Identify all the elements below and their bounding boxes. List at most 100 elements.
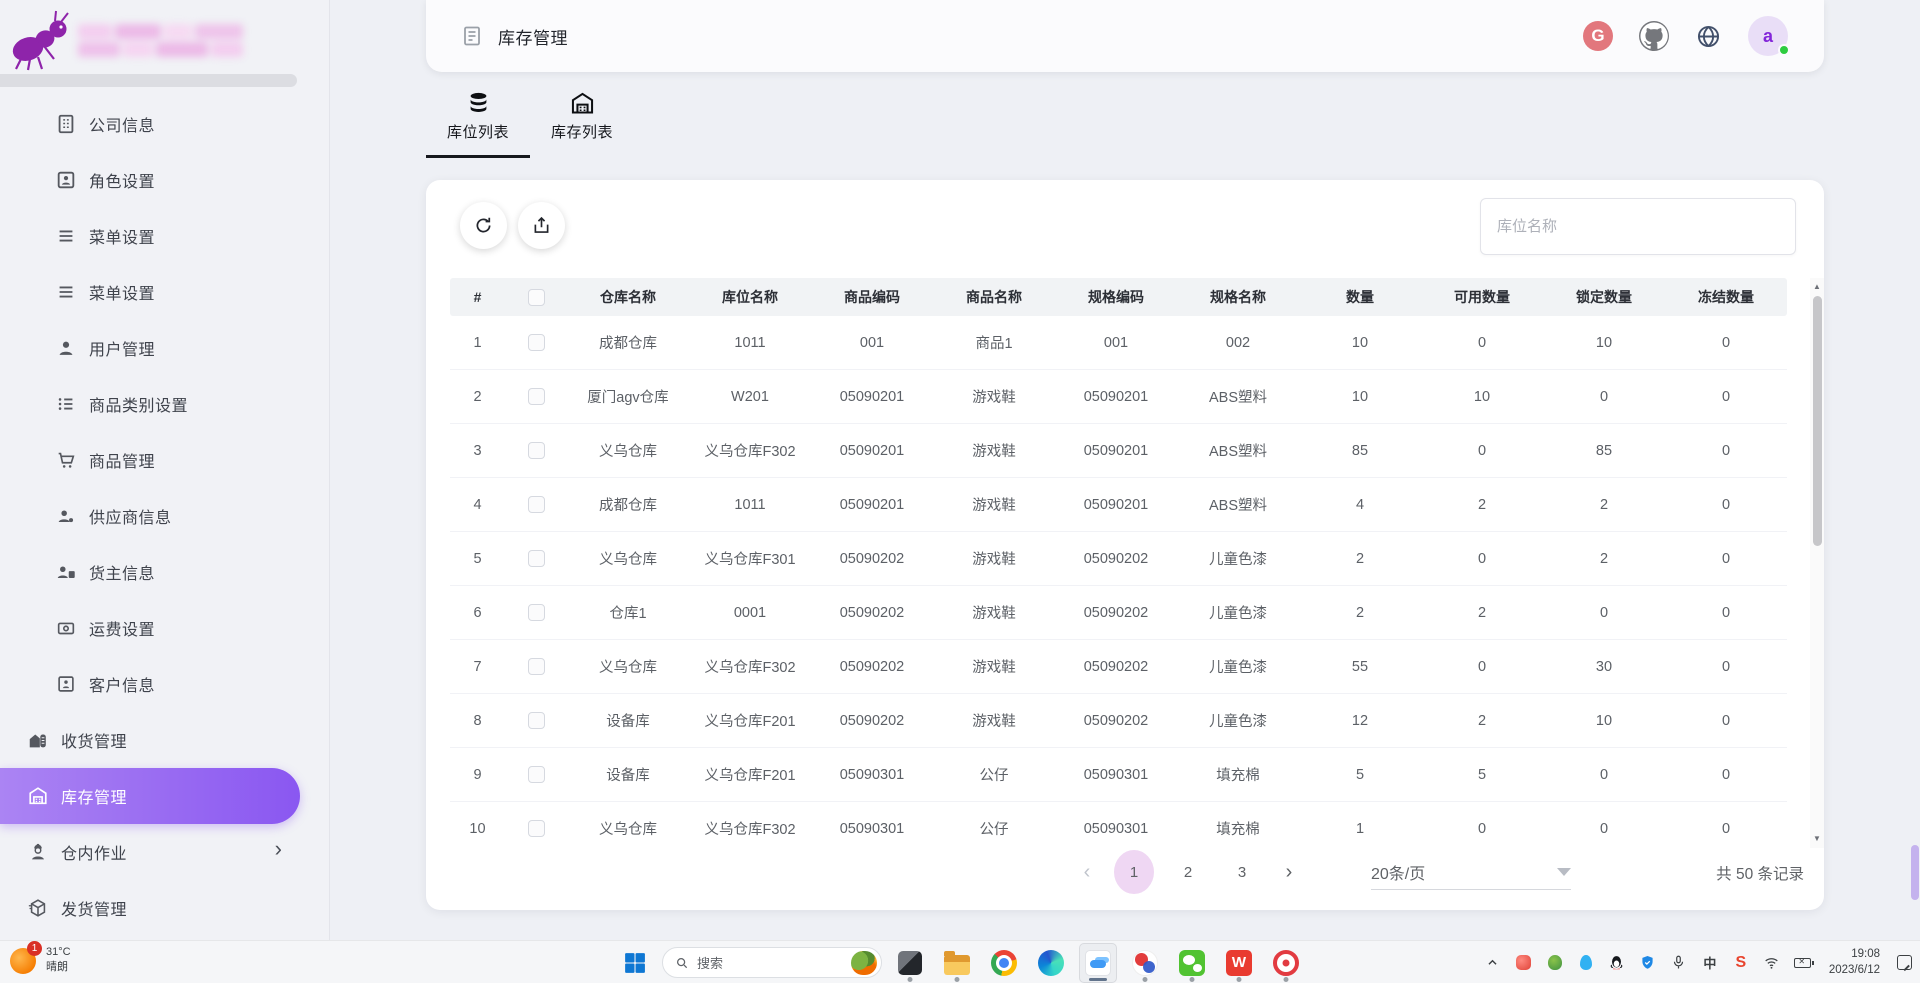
sidebar-item-product-category[interactable]: 商品类别设置 [0,376,330,432]
table-cell: 1 [473,334,482,351]
tray-battery-icon[interactable] [1794,954,1815,972]
weather-widget[interactable]: 1 31°C 晴朗 [10,941,71,975]
sidebar-item-menu-settings-1[interactable]: 菜单设置 [0,208,330,264]
table-cell: 10 [469,820,486,837]
tab-inventory-list[interactable]: 库存列表 [530,90,634,158]
row-checkbox[interactable] [527,550,545,567]
table-cell: 游戏鞋 [972,444,1016,460]
wechat-icon[interactable] [1173,943,1211,983]
next-page-button[interactable]: › [1276,861,1302,884]
page-number-1[interactable]: 1 [1114,850,1154,894]
table-cell: 85 [1595,442,1613,459]
sidebar-item-receiving-management[interactable]: 收货管理 [0,712,330,768]
export-button[interactable] [518,202,565,249]
screen-recorder-icon[interactable] [1267,943,1305,983]
sidebar-item-owner-info[interactable]: 货主信息 [0,544,330,600]
sidebar-item-role-settings[interactable]: 角色设置 [0,152,330,208]
table-row: 8 设备库 义乌仓库F201 05090202 游戏鞋 05090202 儿童色漆 12 2 10… [450,694,1787,748]
sidebar-item-label: 用户管理 [89,342,156,359]
table-cell: 9 [473,766,482,783]
table-scrollbar[interactable]: ▲ ▼ [1810,278,1824,848]
select-all-checkbox[interactable] [527,288,545,306]
table-cell: 85 [1351,442,1369,459]
tray-ime-icon[interactable]: 中 [1701,954,1719,972]
table-cell: 儿童色漆 [1209,606,1267,622]
prev-page-button[interactable]: ‹ [1074,861,1100,884]
globe-icon[interactable] [1695,23,1722,50]
tab-location-list[interactable]: 库位列表 [426,90,530,158]
taskbar-search[interactable]: 搜索 [662,947,882,978]
tray-qq-icon[interactable] [1608,954,1626,972]
row-checkbox[interactable] [527,442,545,459]
scrollbar-thumb[interactable] [1812,296,1822,546]
refresh-button[interactable] [460,202,507,249]
red-blue-app-icon[interactable] [1126,943,1164,983]
page-size-value: 20条/页 [1371,865,1426,883]
sidebar-item-label: 货主信息 [89,566,156,583]
page-size-select[interactable]: 20条/页 [1371,854,1571,890]
tray-drop-app-icon[interactable] [1577,954,1595,972]
user-avatar[interactable]: a [1748,16,1790,56]
locations-table: # 仓库名称 库位名称 商品编码 商品名称 规格编码 规格名称 数量 可用数量 锁定数量 冻结数量 … [450,278,1802,848]
page-scrollbar[interactable] [1910,0,1920,940]
tray-s-app-icon[interactable]: S [1732,954,1750,972]
app-dark-icon[interactable] [891,943,929,983]
sidebar-item-shipping-management[interactable]: 发货管理 [0,880,330,936]
taskbar-center: 搜索 [615,941,1305,983]
sidebar-item-menu-settings-2[interactable]: 菜单设置 [0,264,330,320]
sidebar-item-product-management[interactable]: 商品管理 [0,432,330,488]
sidebar-item-warehouse-operations[interactable]: 仓内作业 › [0,824,330,880]
row-checkbox[interactable] [527,658,545,675]
user-icon [55,337,77,359]
taskbar-tray: 中S 19:08 2023/6/12 [1484,941,1912,983]
sidebar-item-supplier-info[interactable]: 供应商信息 [0,488,330,544]
row-checkbox[interactable] [527,496,545,513]
table-row: 9 设备库 义乌仓库F201 05090301 公仔 05090301 填充棉 5 5 0 0 [450,748,1787,802]
edge-icon[interactable] [1032,943,1070,983]
row-checkbox[interactable] [527,712,545,729]
tray-green-app-icon[interactable] [1546,954,1564,972]
weather-temp: 31°C [46,946,71,958]
tab-label: 库存列表 [550,124,613,141]
github-icon[interactable] [1639,21,1669,51]
tray-mic-icon[interactable] [1670,954,1688,972]
sidebar-item-inventory-management[interactable]: 库存管理 [0,768,300,824]
file-explorer-icon[interactable] [938,943,976,983]
row-checkbox[interactable] [527,334,545,351]
page-number-3[interactable]: 3 [1222,850,1262,894]
table-cell: 义乌仓库 [599,660,657,676]
search-label: 搜索 [697,956,724,971]
sidebar-item-label: 运费设置 [89,622,156,639]
sidebar: 公司信息 角色设置 菜单设置 菜单设置 用户管理 商品类别设置 商品管理 供应商信息 货主信息运… [0,0,330,940]
cloud-docs-icon[interactable] [1079,942,1117,983]
row-checkbox[interactable] [527,604,545,621]
sidebar-item-freight-settings[interactable]: 运费设置 [0,600,330,656]
table-cell: 001 [859,334,885,351]
page-scrollbar-thumb[interactable] [1911,845,1919,900]
scroll-up-arrow-icon[interactable]: ▲ [1810,280,1824,294]
table-cell: 05090201 [1083,388,1149,405]
start-button[interactable] [615,943,653,983]
scroll-down-arrow-icon[interactable]: ▼ [1810,832,1824,846]
windows-taskbar: 1 31°C 晴朗 搜索 中S 19:08 2023/6/12 [0,940,1920,983]
tray-chevron-up-icon[interactable] [1484,954,1502,972]
row-checkbox[interactable] [527,766,545,783]
row-checkbox[interactable] [527,388,545,405]
wps-icon[interactable] [1220,943,1258,983]
sidebar-item-label: 公司信息 [89,118,156,135]
row-checkbox[interactable] [527,820,545,837]
tray-wifi-icon[interactable] [1763,954,1781,972]
tray-red-app-icon[interactable] [1515,954,1533,972]
gitee-icon[interactable]: G [1583,21,1613,51]
sidebar-item-company-info[interactable]: 公司信息 [0,96,330,152]
taskbar-clock[interactable]: 19:08 2023/6/12 [1825,947,1884,978]
table-cell: 1011 [734,334,766,351]
tray-shield-icon[interactable] [1639,954,1657,972]
sidebar-item-user-management[interactable]: 用户管理 [0,320,330,376]
sidebar-item-customer-info[interactable]: 客户信息 [0,656,330,712]
table-cell: 设备库 [606,768,650,784]
location-name-search-input[interactable] [1480,198,1796,255]
chrome-icon[interactable] [985,943,1023,983]
action-center-icon[interactable] [1897,955,1912,970]
page-number-2[interactable]: 2 [1168,850,1208,894]
